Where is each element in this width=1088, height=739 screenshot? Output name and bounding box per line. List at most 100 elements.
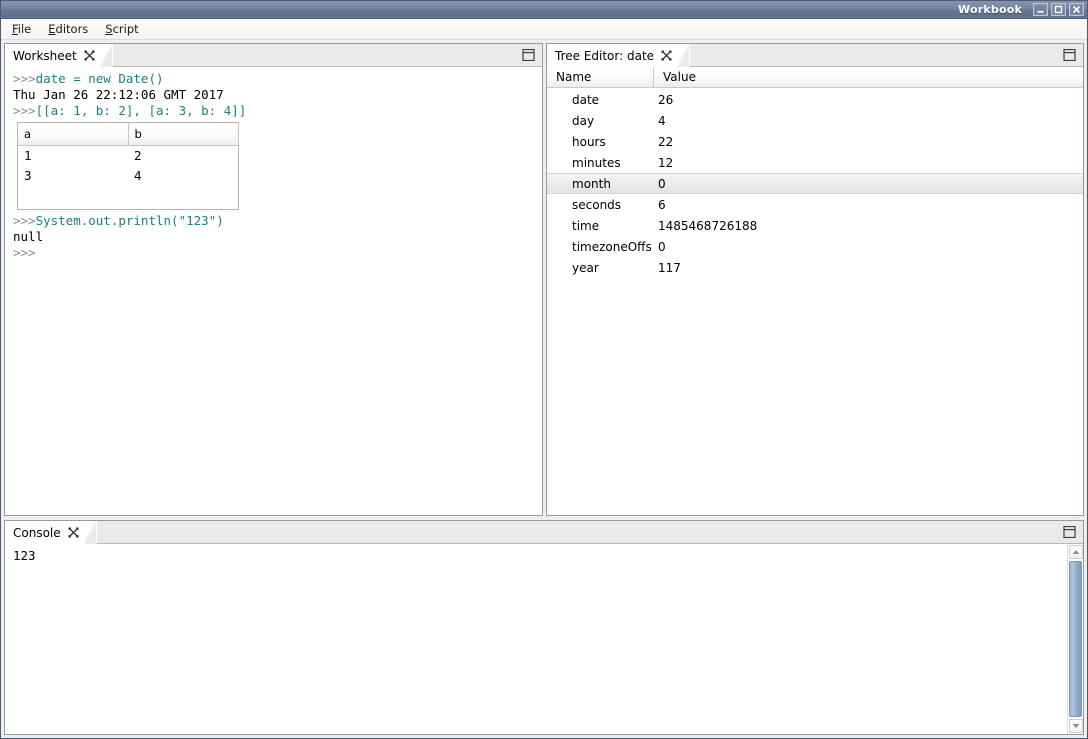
tree-row-value: 4 <box>658 113 666 128</box>
close-button[interactable] <box>1069 3 1084 16</box>
console-output[interactable]: 123 <box>5 544 1067 734</box>
tree-editor-panel: Tree Editor: date Name Value date 26 day… <box>546 43 1084 516</box>
scrollbar-thumb[interactable] <box>1069 561 1082 717</box>
worksheet-tabstrip: Worksheet <box>5 44 542 67</box>
table-header-row: a b <box>17 122 239 146</box>
tree-row-value: 117 <box>658 260 681 275</box>
tab-console-label: Console <box>13 525 61 540</box>
worksheet-code: date = new Date() <box>35 71 164 86</box>
prompt-marker: >>> <box>13 71 36 86</box>
tree-row-value: 26 <box>658 92 674 107</box>
minimize-button[interactable] <box>1033 3 1048 16</box>
arrow-up-icon[interactable] <box>1068 545 1083 559</box>
window-title: Workbook <box>958 3 1022 16</box>
table-header-cell: a <box>17 122 129 146</box>
column-header-name[interactable]: Name <box>547 67 654 87</box>
console-body: 123 <box>5 544 1083 734</box>
menu-script-label: cript <box>112 22 139 36</box>
menu-script-mnemonic: S <box>105 22 113 36</box>
tab-tree-editor[interactable]: Tree Editor: date <box>547 44 691 67</box>
table-cell: 4 <box>134 167 142 183</box>
window-titlebar: Workbook <box>1 1 1087 19</box>
tree-row-name: seconds <box>572 197 622 212</box>
tree-row-date[interactable]: date 26 <box>547 89 1083 110</box>
tree-row-value: 0 <box>658 176 666 191</box>
menu-file-label: ile <box>17 22 32 36</box>
tree-row-hours[interactable]: hours 22 <box>547 131 1083 152</box>
tree-row-value: 0 <box>658 239 666 254</box>
tree-row-name: hours <box>572 134 606 149</box>
tree-row-value: 1485468726188 <box>658 218 758 233</box>
tree-row-seconds[interactable]: seconds 6 <box>547 194 1083 215</box>
table-row[interactable]: 3 4 <box>18 166 239 186</box>
top-panel-row: Worksheet >>>date = new Date() Thu Jan 2… <box>4 43 1084 516</box>
worksheet-editor[interactable]: >>>date = new Date() Thu Jan 26 22:12:06… <box>5 67 542 515</box>
tree-row-value: 12 <box>658 155 674 170</box>
table-row[interactable]: 1 2 <box>18 146 239 166</box>
maximize-button[interactable] <box>1051 3 1066 16</box>
worksheet-line: >>>[[a: 1, b: 2], [a: 3, b: 4]] <box>13 103 542 119</box>
worksheet-line: >>> <box>13 245 542 261</box>
tree-rows-container: date 26 day 4 hours 22 minutes 12 month … <box>547 88 1083 515</box>
table-cell-empty <box>18 186 129 210</box>
worksheet-output: Thu Jan 26 22:12:06 GMT 2017 <box>13 87 224 102</box>
tab-worksheet[interactable]: Worksheet <box>5 44 113 67</box>
close-icon[interactable] <box>68 527 79 538</box>
menu-bar: File Editors Script <box>1 19 1087 40</box>
worksheet-output: null <box>13 229 44 244</box>
tree-row-name: timezoneOffs <box>572 239 652 254</box>
worksheet-code: System.out.println("123") <box>35 213 224 228</box>
maximize-icon[interactable] <box>1063 48 1076 62</box>
prompt-marker: >>> <box>13 103 36 118</box>
tree-row-timezoneoffset[interactable]: timezoneOffs 0 <box>547 236 1083 257</box>
menu-editors-label: ditors <box>55 22 89 36</box>
tree-row-minutes[interactable]: minutes 12 <box>547 152 1083 173</box>
menu-file[interactable]: File <box>9 20 40 38</box>
tree-row-value: 6 <box>658 197 666 212</box>
tree-row-name: day <box>572 113 595 128</box>
console-tabstrip: Console <box>5 521 1083 544</box>
arrow-down-icon[interactable] <box>1068 719 1083 733</box>
table-cell: 3 <box>24 167 32 183</box>
tree-column-headers: Name Value <box>547 67 1083 88</box>
worksheet-code: [[a: 1, b: 2], [a: 3, b: 4]] <box>35 103 247 118</box>
workbook-window: Workbook File Editors Script Worksheet >… <box>0 0 1088 739</box>
worksheet-line: >>>date = new Date() <box>13 71 542 87</box>
tab-worksheet-label: Worksheet <box>13 48 77 63</box>
menu-editors-mnemonic: E <box>48 22 56 36</box>
table-cell: 1 <box>24 147 32 163</box>
tree-row-day[interactable]: day 4 <box>547 110 1083 131</box>
tree-row-name: date <box>572 92 600 107</box>
tree-row-year[interactable]: year 117 <box>547 257 1083 278</box>
tree-editor-tabstrip: Tree Editor: date <box>547 44 1083 67</box>
close-icon[interactable] <box>661 50 672 61</box>
menu-script[interactable]: Script <box>102 20 147 38</box>
prompt-marker: >>> <box>13 245 36 260</box>
tree-row-name: month <box>572 176 611 191</box>
tree-row-time[interactable]: time 1485468726188 <box>547 215 1083 236</box>
worksheet-panel: Worksheet >>>date = new Date() Thu Jan 2… <box>4 43 543 516</box>
worksheet-line: >>>System.out.println("123") <box>13 213 542 229</box>
tab-tree-editor-label: Tree Editor: date <box>555 48 655 63</box>
maximize-icon[interactable] <box>522 48 535 62</box>
tree-row-name: year <box>572 260 599 275</box>
console-scrollbar[interactable] <box>1067 544 1083 734</box>
scrollbar-track[interactable] <box>1069 560 1083 718</box>
tree-row-month[interactable]: month 0 <box>547 173 1083 194</box>
column-header-value[interactable]: Value <box>654 67 1083 87</box>
maximize-icon[interactable] <box>1063 525 1076 539</box>
close-icon[interactable] <box>84 50 95 61</box>
worksheet-result-table[interactable]: a b 1 2 3 4 <box>17 122 239 210</box>
prompt-marker: >>> <box>13 213 36 228</box>
tree-row-name: time <box>572 218 600 233</box>
menu-editors[interactable]: Editors <box>45 20 97 38</box>
table-cell: 2 <box>134 147 142 163</box>
tree-row-name: minutes <box>572 155 621 170</box>
table-header-cell: b <box>128 122 239 146</box>
tree-row-value: 22 <box>658 134 674 149</box>
table-cell-empty <box>128 186 239 210</box>
workbench-area: Worksheet >>>date = new Date() Thu Jan 2… <box>1 40 1087 738</box>
console-panel: Console 123 <box>4 520 1084 735</box>
tab-console[interactable]: Console <box>5 521 97 544</box>
table-filler-row <box>18 186 239 210</box>
